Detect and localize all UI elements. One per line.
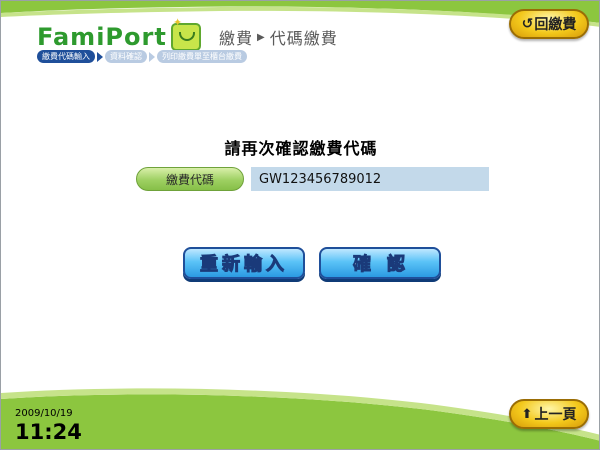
title-category: 繳費 <box>219 29 254 48</box>
page-title: 繳費 ▶ 代碼繳費 <box>219 25 338 49</box>
progress-steps: 繳費代碼輸入 資料確認 列印繳費單至櫃台繳費 <box>37 50 249 63</box>
up-arrow-icon: ⬆ <box>521 406 533 422</box>
back-to-payment-label: 回繳費 <box>534 17 577 33</box>
breadcrumb-arrow-icon: ▶ <box>257 31 266 43</box>
step-print-slip: 列印繳費單至櫃台繳費 <box>157 50 247 63</box>
step-data-confirm: 資料確認 <box>105 50 147 63</box>
payment-code-label: 繳費代碼 <box>136 167 244 191</box>
title-page: 代碼繳費 <box>269 29 338 48</box>
payment-code-field: GW123456789012 <box>251 167 489 191</box>
step-arrow-icon <box>97 51 103 62</box>
previous-page-label: 上一頁 <box>534 407 577 423</box>
logo-text: FamiPort <box>37 23 167 51</box>
confirm-heading: 請再次確認繳費代碼 <box>224 139 378 158</box>
step-code-input: 繳費代碼輸入 <box>37 50 95 63</box>
sparkle-icon: ✦ <box>173 16 183 29</box>
kiosk-screen: FamiPort ✦ 繳費 ▶ 代碼繳費 繳費代碼輸入 資料確認 列印繳費單至櫃… <box>0 0 600 450</box>
date-display: 2009/10/19 <box>15 408 73 419</box>
step-arrow-icon <box>149 51 155 62</box>
time-display: 11:24 <box>15 420 82 444</box>
return-icon: ↺ <box>521 16 534 32</box>
reenter-button[interactable]: 重新輸入 <box>183 247 305 279</box>
back-to-payment-button[interactable]: ↺ 回繳費 <box>509 9 589 39</box>
confirm-button[interactable]: 確認 <box>319 247 441 279</box>
previous-page-button[interactable]: ⬆ 上一頁 <box>509 399 589 429</box>
